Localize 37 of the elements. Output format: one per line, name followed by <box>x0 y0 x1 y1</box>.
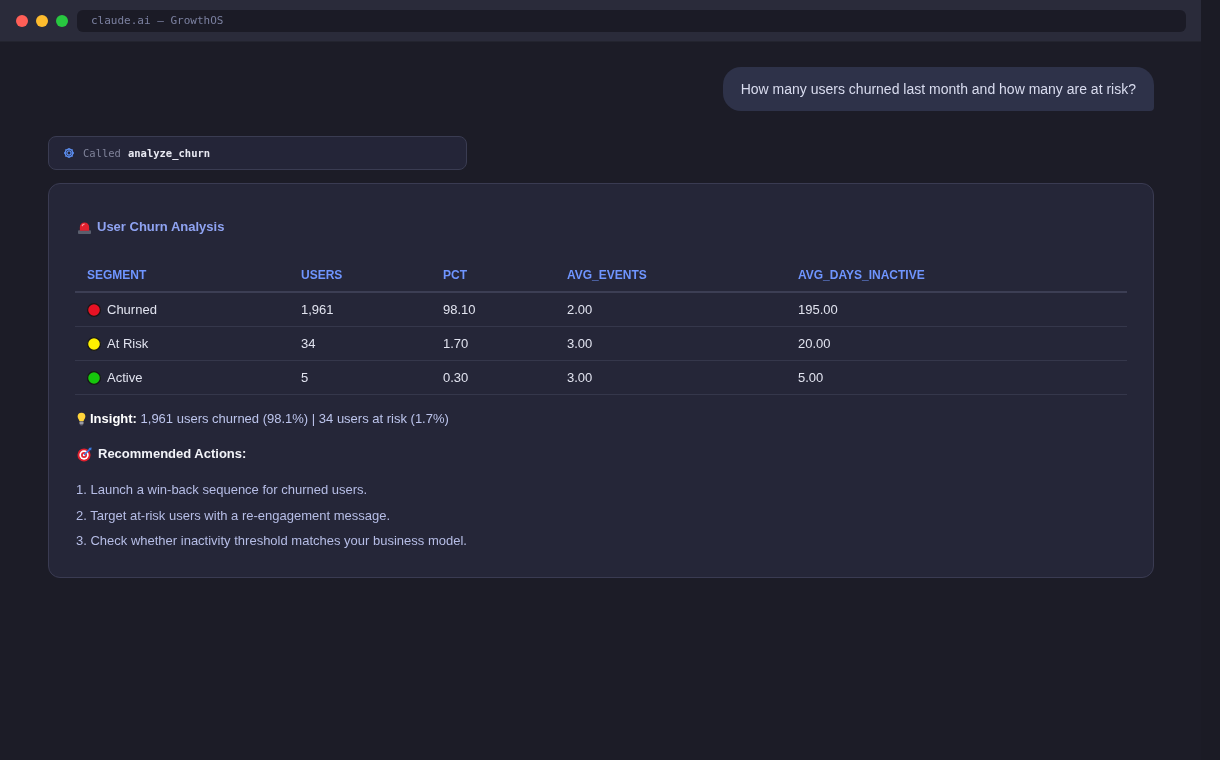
table-cell-text: 5.00 <box>798 370 825 385</box>
insight-text: Insight: 1,961 users churned (98.1%) | 34 users at risk (1.7%) <box>90 410 449 428</box>
gear-icon <box>63 147 75 159</box>
maximize-icon[interactable] <box>56 14 68 27</box>
card-title: User Churn Analysis <box>97 218 225 236</box>
target-icon <box>77 446 92 462</box>
column-header: SEGMENT <box>87 268 148 282</box>
table-cell-text: 1,961 <box>301 302 335 317</box>
column-header: AVG_DAYS_INACTIVE <box>798 268 926 282</box>
user-message: How many users churned last month and how many are at risk? <box>722 67 1154 111</box>
action-item: 1. Launch a win-back sequence for churned users. <box>75 481 369 499</box>
close-icon[interactable] <box>16 14 28 27</box>
lightbulb-icon <box>77 412 86 426</box>
table-cell-text: 34 <box>301 336 317 351</box>
table-cell: Churned <box>107 302 157 317</box>
table-cell-text: 2.00 <box>567 302 594 317</box>
column-header: AVG_EVENTS <box>567 268 648 282</box>
action-item: 3. Check whether inactivity threshold matches your business model. <box>75 532 468 550</box>
address-bar[interactable]: claude.ai — GrowthOS <box>77 9 1186 32</box>
tool-name: analyze_churn <box>127 147 211 159</box>
siren-icon <box>77 220 92 234</box>
table-cell-text: 5 <box>301 370 310 385</box>
table-cell-text: 98.10 <box>443 302 477 317</box>
section-heading: Recommended Actions: <box>98 445 247 463</box>
tool-call-label: Called <box>83 147 121 159</box>
table-cell-text: 0.30 <box>443 370 470 385</box>
minimize-icon[interactable] <box>36 14 48 27</box>
action-item: 2. Target at-risk users with a re-engagement message. <box>75 506 392 525</box>
table-cell-text: 20.00 <box>798 336 832 351</box>
column-header: PCT <box>443 268 468 282</box>
table-cell: Active <box>107 370 143 385</box>
table-cell-text: 1.70 <box>443 336 470 351</box>
column-header: USERS <box>301 268 344 282</box>
table-cell: At Risk <box>107 336 149 351</box>
table-cell-text: 3.00 <box>567 370 594 385</box>
table-cell-text: 3.00 <box>567 336 594 351</box>
table-cell-text: 195.00 <box>798 302 839 317</box>
